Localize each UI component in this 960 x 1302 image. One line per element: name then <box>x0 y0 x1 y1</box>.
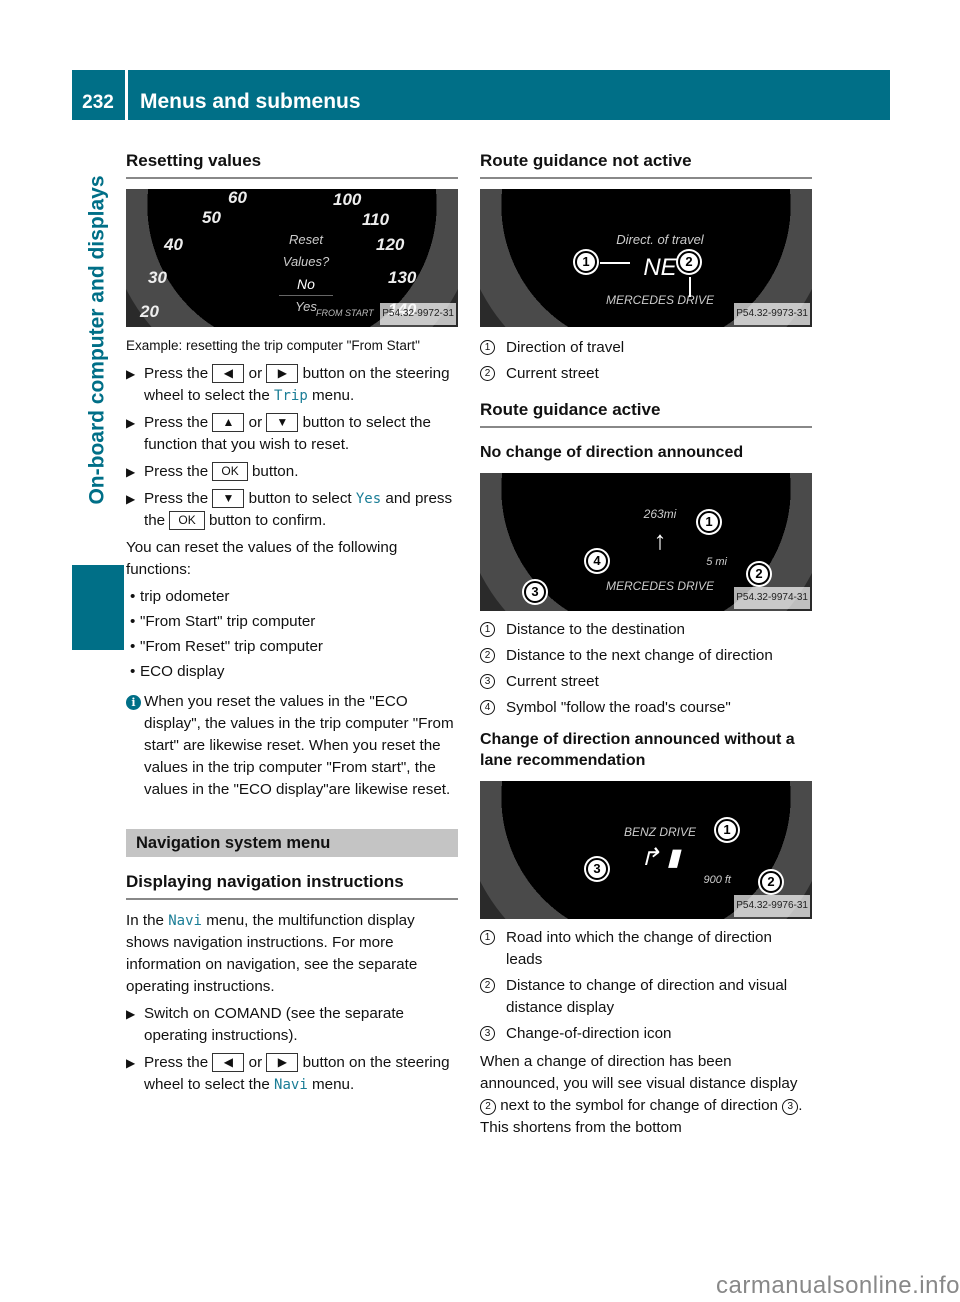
info-icon: i <box>126 695 141 710</box>
option-yes: Yes <box>355 491 382 507</box>
subheading-change-announced: Change of direction announced without a … <box>480 731 795 769</box>
right-column: Route guidance not active Direct. of tra… <box>480 150 812 1144</box>
menu-name-trip: Trip <box>274 388 308 404</box>
right-arrow-key: ▶ <box>266 364 299 383</box>
legend-item: 4 Symbol "follow the road's course" <box>480 697 812 719</box>
section-heading-nav-instructions: Displaying navigation instructions <box>126 871 458 900</box>
legend-item: 3 Current street <box>480 671 812 693</box>
nav-intro: In the Navi menu, the multifunction disp… <box>126 912 418 995</box>
page-number: 232 <box>82 92 114 113</box>
list-item: • "From Reset" trip computer <box>130 638 323 655</box>
legend-item: 2 Distance to the next change of directio… <box>480 645 812 667</box>
ok-key: OK <box>169 511 205 530</box>
reset-intro: You can reset the values of the followin… <box>126 539 398 578</box>
watermark: carmanualsonline.info <box>716 1272 960 1299</box>
legend-item: 1 Road into which the change of direction… <box>480 927 812 971</box>
legend-item: 3 Change-of-direction icon <box>480 1023 812 1045</box>
figure-change-announced: BENZ DRIVE ↱ ▮ 900 ft 1 2 3 P54.32-9976-… <box>480 781 812 919</box>
paragraph-visual-distance: When a change of direction has been anno… <box>480 1053 803 1136</box>
section-heading-resetting-values: Resetting values <box>126 150 458 179</box>
step: ▶ Press the ▼ button to select Yes and p… <box>126 489 453 530</box>
step: ▶ Switch on COMAND (see the separate oper… <box>126 1005 404 1044</box>
side-tab: On-board computer and displays <box>72 120 124 950</box>
list-item: • "From Start" trip computer <box>130 613 316 630</box>
subheading-no-change: No change of direction announced <box>480 444 744 461</box>
legend-item: 1 Direction of travel <box>480 337 812 359</box>
down-arrow-key: ▼ <box>266 413 299 432</box>
section-heading-rg-not-active: Route guidance not active <box>480 150 812 179</box>
figure-code: P54.32-9972-31 <box>380 303 456 325</box>
page-title: Menus and submenus <box>140 90 361 113</box>
figure-reset-values: 20 30 40 50 60 100 110 120 130 140 Reset… <box>126 189 458 327</box>
right-arrow-key: ▶ <box>266 1053 299 1072</box>
left-arrow-key: ◀ <box>212 364 245 383</box>
header-divider <box>125 70 128 120</box>
legend-item: 2 Current street <box>480 363 812 385</box>
step: ▶ Press the OK button. <box>126 462 299 481</box>
figure-no-change: 263mi ↑ 5 mi MERCEDES DRIVE 1 2 3 4 P54.… <box>480 473 812 611</box>
step: ▶ Press the ◀ or ▶ button on the steerin… <box>126 1053 450 1093</box>
side-tab-marker <box>72 565 124 650</box>
step: ▶ Press the ◀ or ▶ button on the steerin… <box>126 364 450 404</box>
section-box-heading: Navigation system menu <box>126 829 458 857</box>
step: ▶ Press the ▲ or ▼ button to select the … <box>126 413 431 453</box>
figure-rg-not-active: Direct. of travel NE MERCEDES DRIVE 1 2 … <box>480 189 812 327</box>
ok-key: OK <box>212 462 248 481</box>
menu-name-navi: Navi <box>274 1077 308 1093</box>
figure-caption: Example: resetting the trip computer "Fr… <box>126 338 420 353</box>
down-arrow-key: ▼ <box>212 489 245 508</box>
section-heading-rg-active: Route guidance active <box>480 399 812 428</box>
side-tab-label: On-board computer and displays <box>86 175 109 505</box>
left-arrow-key: ◀ <box>212 1053 245 1072</box>
up-arrow-key: ▲ <box>212 413 245 432</box>
list-item: • ECO display <box>130 663 225 680</box>
left-column: Resetting values 20 30 40 50 60 100 110 … <box>126 150 458 1101</box>
list-item: • trip odometer <box>130 588 230 605</box>
info-note: i When you reset the values in the "ECO … <box>126 691 458 801</box>
page-header: 232 Menus and submenus <box>72 70 890 120</box>
legend-item: 1 Distance to the destination <box>480 619 812 641</box>
menu-name-navi: Navi <box>168 913 202 929</box>
legend-item: 2 Distance to change of direction and vis… <box>480 975 812 1019</box>
